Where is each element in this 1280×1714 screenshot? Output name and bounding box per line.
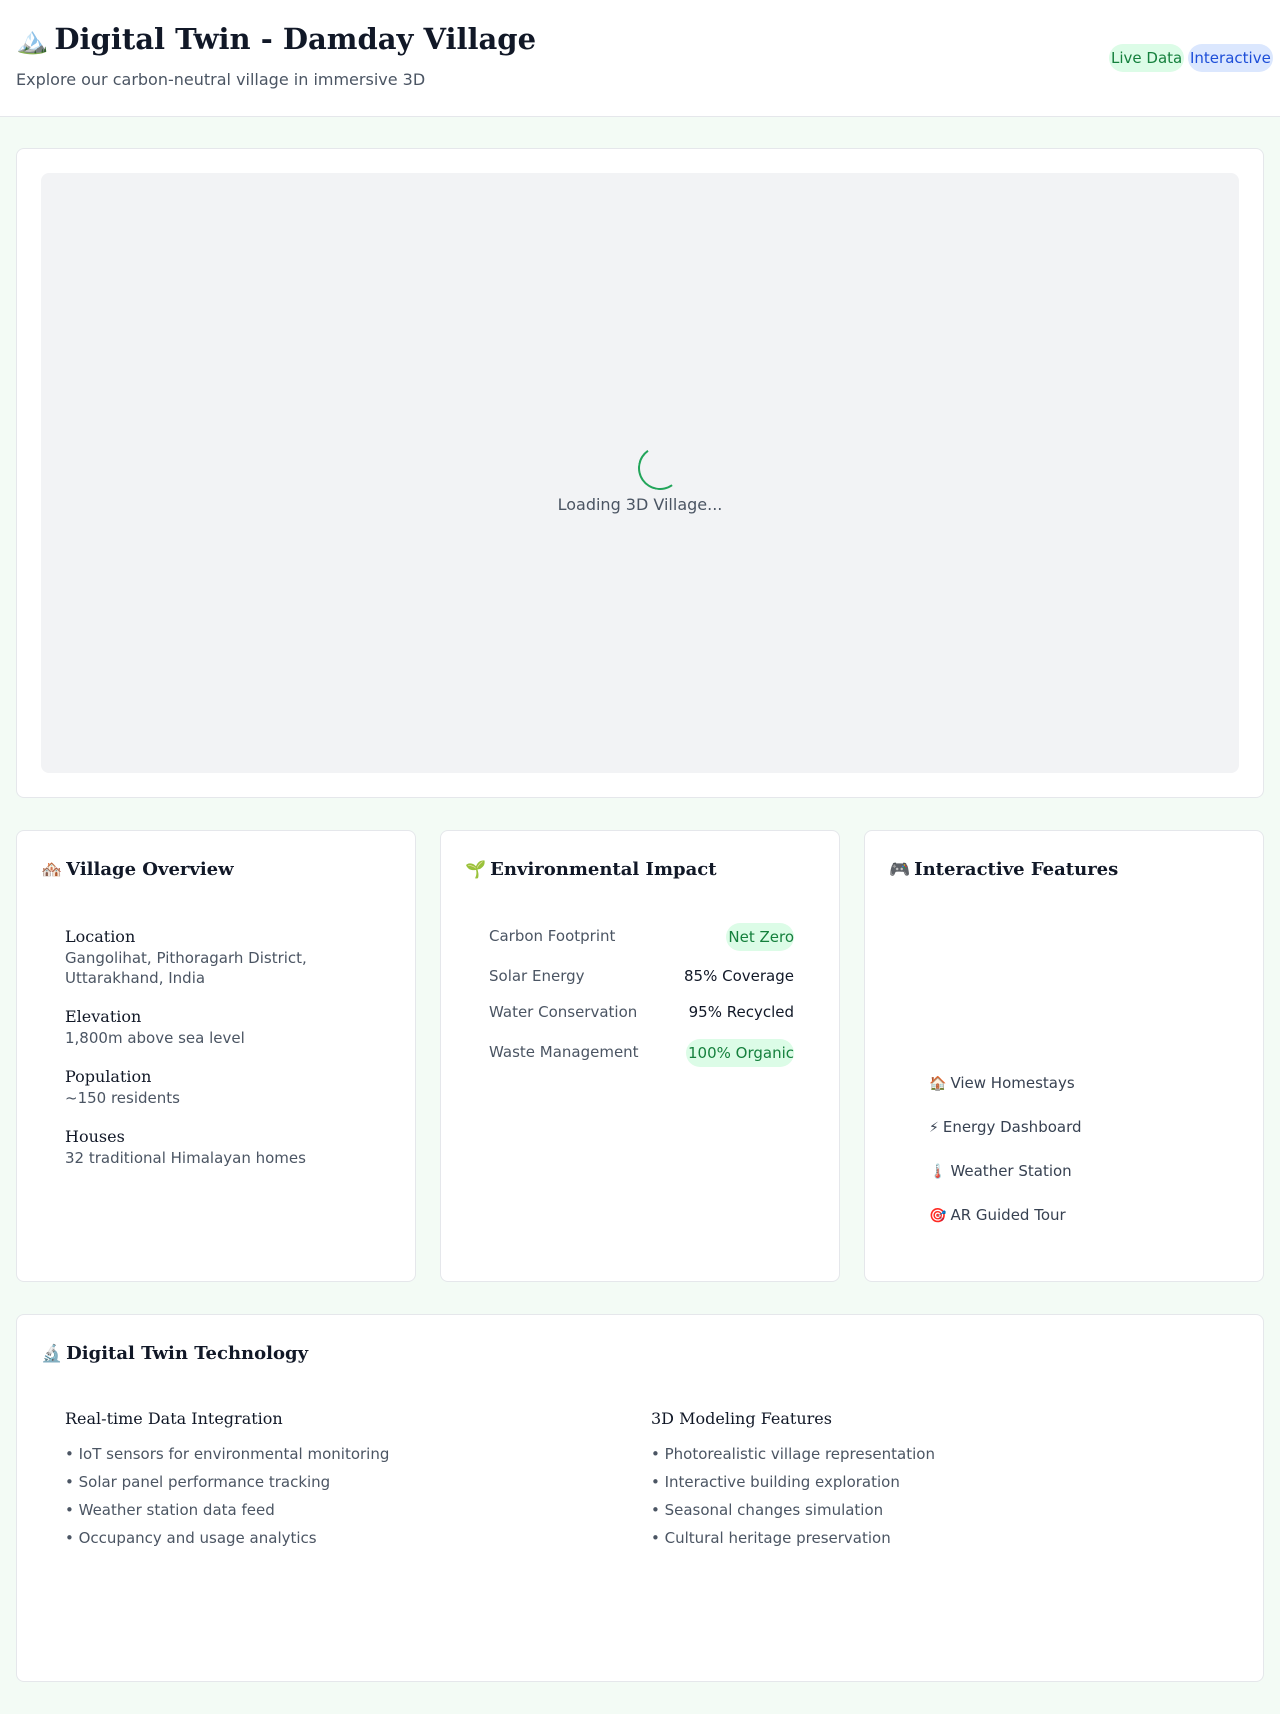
tech-column-title: 3D Modeling Features (651, 1409, 832, 1428)
mountain-icon: 🏔️ (16, 26, 49, 56)
page-title: 🏔️ Digital Twin - Damday Village (16, 22, 536, 56)
village-overview-title: 🏘️ Village Overview (41, 859, 234, 880)
village-3d-canvas[interactable]: Loading 3D Village... (41, 173, 1239, 773)
env-value-badge: 100% Organic (686, 1039, 794, 1067)
env-value: 85% Coverage (684, 967, 794, 985)
energy-dashboard-button[interactable]: ⚡ Energy Dashboard (929, 1118, 1082, 1136)
interactive-badge: Interactive (1188, 44, 1273, 72)
thermometer-icon: 🌡️ (929, 1164, 947, 1180)
seedling-icon: 🌱 (465, 860, 487, 880)
tech-column-data-integration: Real-time Data Integration • IoT sensors… (65, 1409, 389, 1552)
list-item: • IoT sensors for environmental monitori… (65, 1445, 390, 1463)
env-label: Waste Management (489, 1043, 639, 1061)
microscope-icon: 🔬 (41, 1344, 63, 1364)
feature-label: View Homestays (950, 1074, 1075, 1092)
env-row-water: Water Conservation 95% Recycled (489, 999, 794, 1027)
environmental-impact-card: 🌱 Environmental Impact Carbon Footprint N… (440, 830, 840, 1282)
env-value: 95% Recycled (688, 1003, 794, 1021)
loading-text: Loading 3D Village... (557, 495, 723, 514)
house-icon: 🏠 (929, 1076, 947, 1092)
overview-item-elevation: Elevation 1,800m above sea level (65, 1007, 405, 1048)
gamepad-icon: 🎮 (889, 860, 911, 880)
list-item: • Cultural heritage preservation (651, 1529, 891, 1547)
env-label: Water Conservation (489, 1003, 638, 1021)
target-icon: 🎯 (929, 1208, 947, 1224)
env-row-solar: Solar Energy 85% Coverage (489, 963, 794, 991)
overview-value: Gangolihat, Pithoragarh District, Uttara… (65, 949, 307, 987)
lightning-icon: ⚡ (929, 1120, 939, 1136)
page-header: 🏔️ Digital Twin - Damday Village Explore … (0, 0, 1280, 117)
interactive-features-card: 🎮 Interactive Features 🏠 View Homestays ⚡ E… (864, 830, 1264, 1282)
feature-label: Weather Station (950, 1162, 1072, 1180)
village-3d-viewer-card: Loading 3D Village... (16, 148, 1264, 798)
feature-label: Energy Dashboard (942, 1118, 1082, 1136)
overview-value: ~150 residents (65, 1089, 180, 1107)
overview-item-houses: Houses 32 traditional Himalayan homes (65, 1127, 405, 1168)
tech-column-title: Real-time Data Integration (65, 1409, 283, 1428)
list-item: • Solar panel performance tracking (65, 1473, 331, 1491)
overview-label: Houses (65, 1127, 125, 1146)
village-overview-title-text: Village Overview (66, 859, 234, 880)
digital-twin-technology-card: 🔬 Digital Twin Technology Real-time Data … (16, 1314, 1264, 1682)
list-item: • Photorealistic village representation (651, 1445, 935, 1463)
interactive-features-title-text: Interactive Features (914, 859, 1119, 880)
list-item: • Interactive building exploration (651, 1473, 900, 1491)
list-item: • Occupancy and usage analytics (65, 1529, 317, 1547)
view-homestays-button[interactable]: 🏠 View Homestays (929, 1074, 1075, 1092)
list-item: • Seasonal changes simulation (651, 1501, 884, 1519)
live-data-badge: Live Data (1109, 44, 1185, 72)
env-value-badge: Net Zero (726, 923, 794, 951)
overview-label: Location (65, 927, 136, 946)
weather-station-button[interactable]: 🌡️ Weather Station (929, 1162, 1072, 1180)
environmental-impact-title: 🌱 Environmental Impact (465, 859, 717, 880)
env-label: Carbon Footprint (489, 927, 616, 945)
overview-label: Population (65, 1067, 152, 1086)
environmental-impact-title-text: Environmental Impact (490, 859, 717, 880)
overview-label: Elevation (65, 1007, 142, 1026)
interactive-features-title: 🎮 Interactive Features (889, 859, 1118, 880)
env-row-carbon: Carbon Footprint Net Zero (489, 923, 794, 951)
env-row-waste: Waste Management 100% Organic (489, 1039, 794, 1067)
ar-guided-tour-button[interactable]: 🎯 AR Guided Tour (929, 1206, 1066, 1224)
list-item: • Weather station data feed (65, 1501, 275, 1519)
technology-title: 🔬 Digital Twin Technology (41, 1343, 308, 1364)
page-subtitle: Explore our carbon-neutral village in im… (16, 70, 426, 89)
env-label: Solar Energy (489, 967, 585, 985)
overview-value: 1,800m above sea level (65, 1029, 245, 1047)
houses-icon: 🏘️ (41, 860, 63, 880)
loading-spinner-icon (634, 442, 686, 494)
village-overview-card: 🏘️ Village Overview Location Gangolihat, … (16, 830, 416, 1282)
page-title-text: Digital Twin - Damday Village (54, 22, 537, 56)
feature-label: AR Guided Tour (950, 1206, 1066, 1224)
technology-title-text: Digital Twin Technology (66, 1343, 309, 1364)
overview-value: 32 traditional Himalayan homes (65, 1149, 306, 1167)
tech-column-3d-modeling: 3D Modeling Features • Photorealistic vi… (651, 1409, 935, 1552)
overview-item-location: Location Gangolihat, Pithoragarh Distric… (65, 927, 405, 988)
overview-item-population: Population ~150 residents (65, 1067, 405, 1108)
